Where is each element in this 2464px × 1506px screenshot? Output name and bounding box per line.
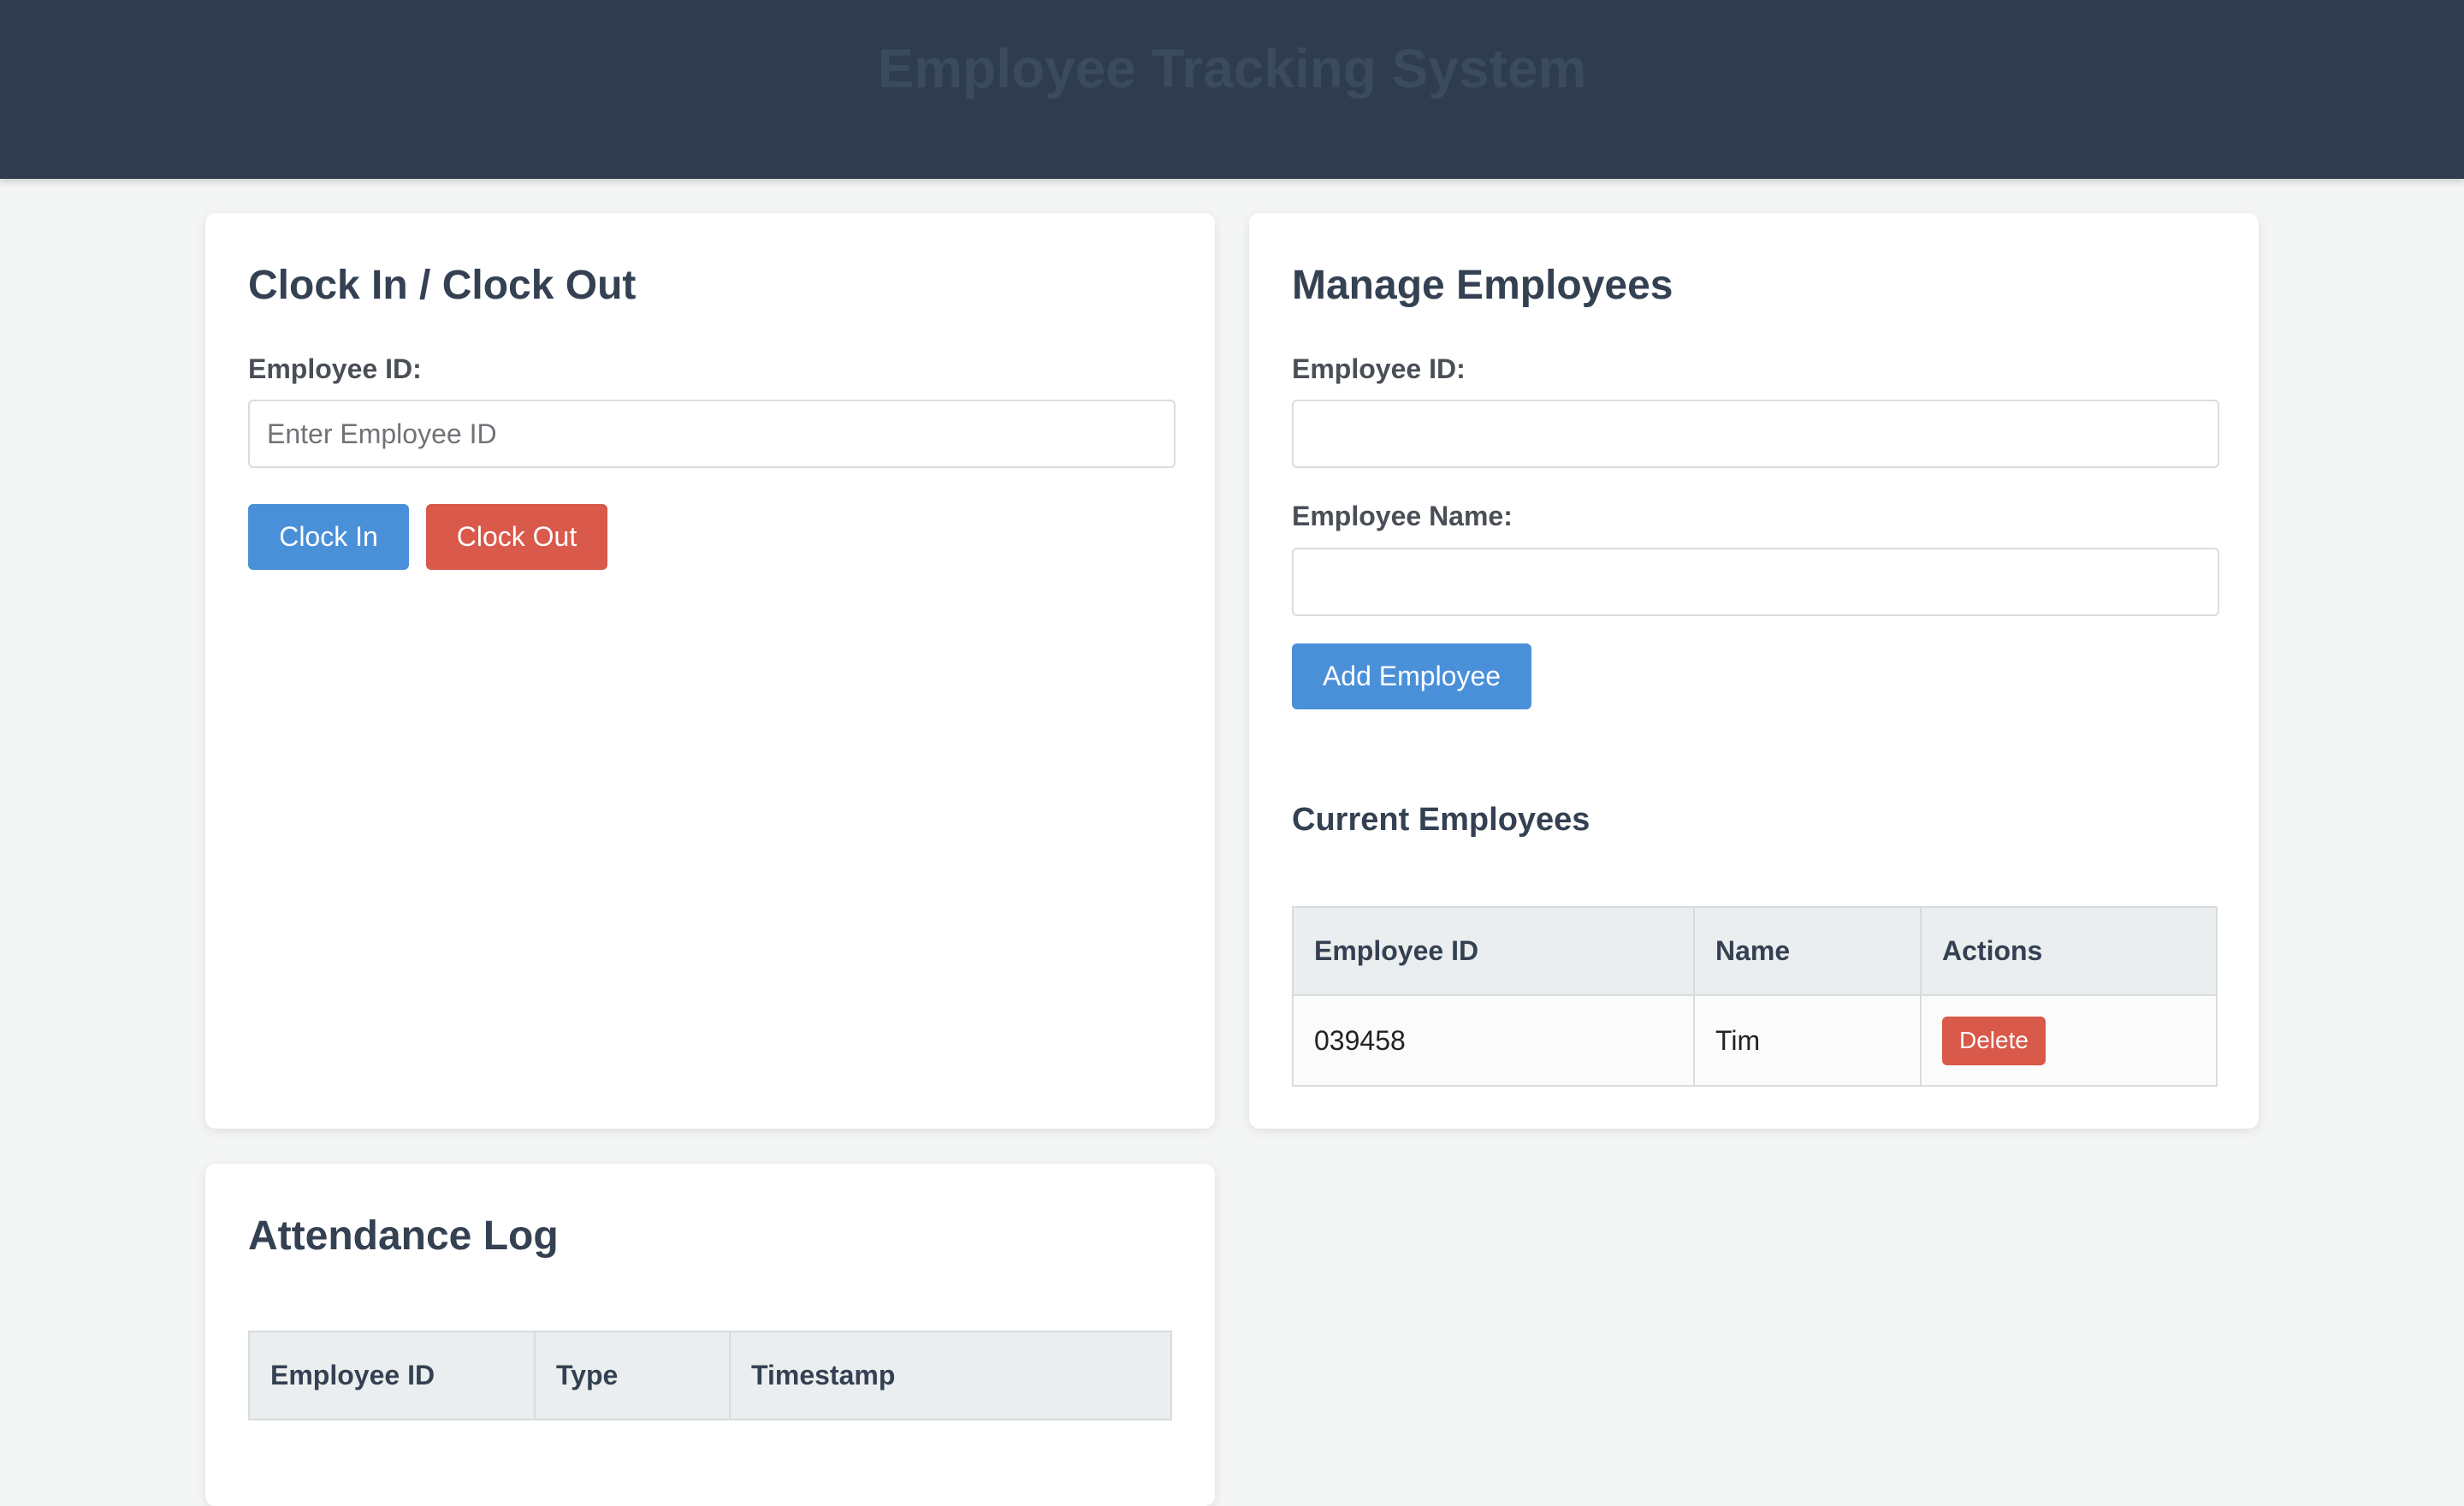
- clock-out-button[interactable]: Clock Out: [426, 504, 607, 570]
- page-title: Employee Tracking System: [877, 38, 1587, 99]
- manage-card-title: Manage Employees: [1292, 263, 1673, 308]
- employee-name-cell: Tim: [1693, 994, 1922, 1087]
- employees-table-header-row: Employee ID Name Actions: [1292, 906, 2218, 996]
- column-header-timestamp: Timestamp: [729, 1331, 1172, 1420]
- manage-employee-name-label: Employee Name:: [1292, 501, 1513, 531]
- employee-id-cell: 039458: [1292, 994, 1695, 1087]
- table-row: 039458 Tim Delete: [1292, 994, 2218, 1087]
- clock-employee-id-input[interactable]: [248, 400, 1176, 468]
- column-header-type: Type: [534, 1331, 731, 1420]
- manage-employee-id-label: Employee ID:: [1292, 353, 1466, 384]
- column-header-employee-id: Employee ID: [1292, 906, 1695, 996]
- actions-cell: Delete: [1920, 994, 2218, 1087]
- manage-employee-id-input[interactable]: [1292, 400, 2219, 468]
- attendance-table-header-row: Employee ID Type Timestamp: [248, 1331, 1172, 1420]
- add-employee-button[interactable]: Add Employee: [1292, 643, 1531, 709]
- manage-card: Manage Employees Employee ID: Employee N…: [1249, 213, 2259, 1129]
- clock-card-title: Clock In / Clock Out: [248, 263, 637, 308]
- column-header-actions: Actions: [1920, 906, 2218, 996]
- current-employees-title: Current Employees: [1292, 802, 1590, 838]
- column-header-name: Name: [1693, 906, 1922, 996]
- app-header: Employee Tracking System: [0, 0, 2464, 179]
- clock-card: Clock In / Clock Out Employee ID: Clock …: [205, 213, 1215, 1129]
- delete-employee-button[interactable]: Delete: [1942, 1016, 2046, 1065]
- clock-in-button[interactable]: Clock In: [248, 504, 409, 570]
- attendance-card-title: Attendance Log: [248, 1213, 559, 1259]
- attendance-card: Attendance Log Employee ID Type Timestam…: [205, 1164, 1215, 1506]
- clock-employee-id-label: Employee ID:: [248, 353, 422, 384]
- employees-table: Employee ID Name Actions 039458 Tim Dele…: [1292, 906, 2218, 1087]
- manage-employee-name-input[interactable]: [1292, 548, 2219, 616]
- attendance-table: Employee ID Type Timestamp: [248, 1331, 1172, 1420]
- column-header-employee-id: Employee ID: [248, 1331, 536, 1420]
